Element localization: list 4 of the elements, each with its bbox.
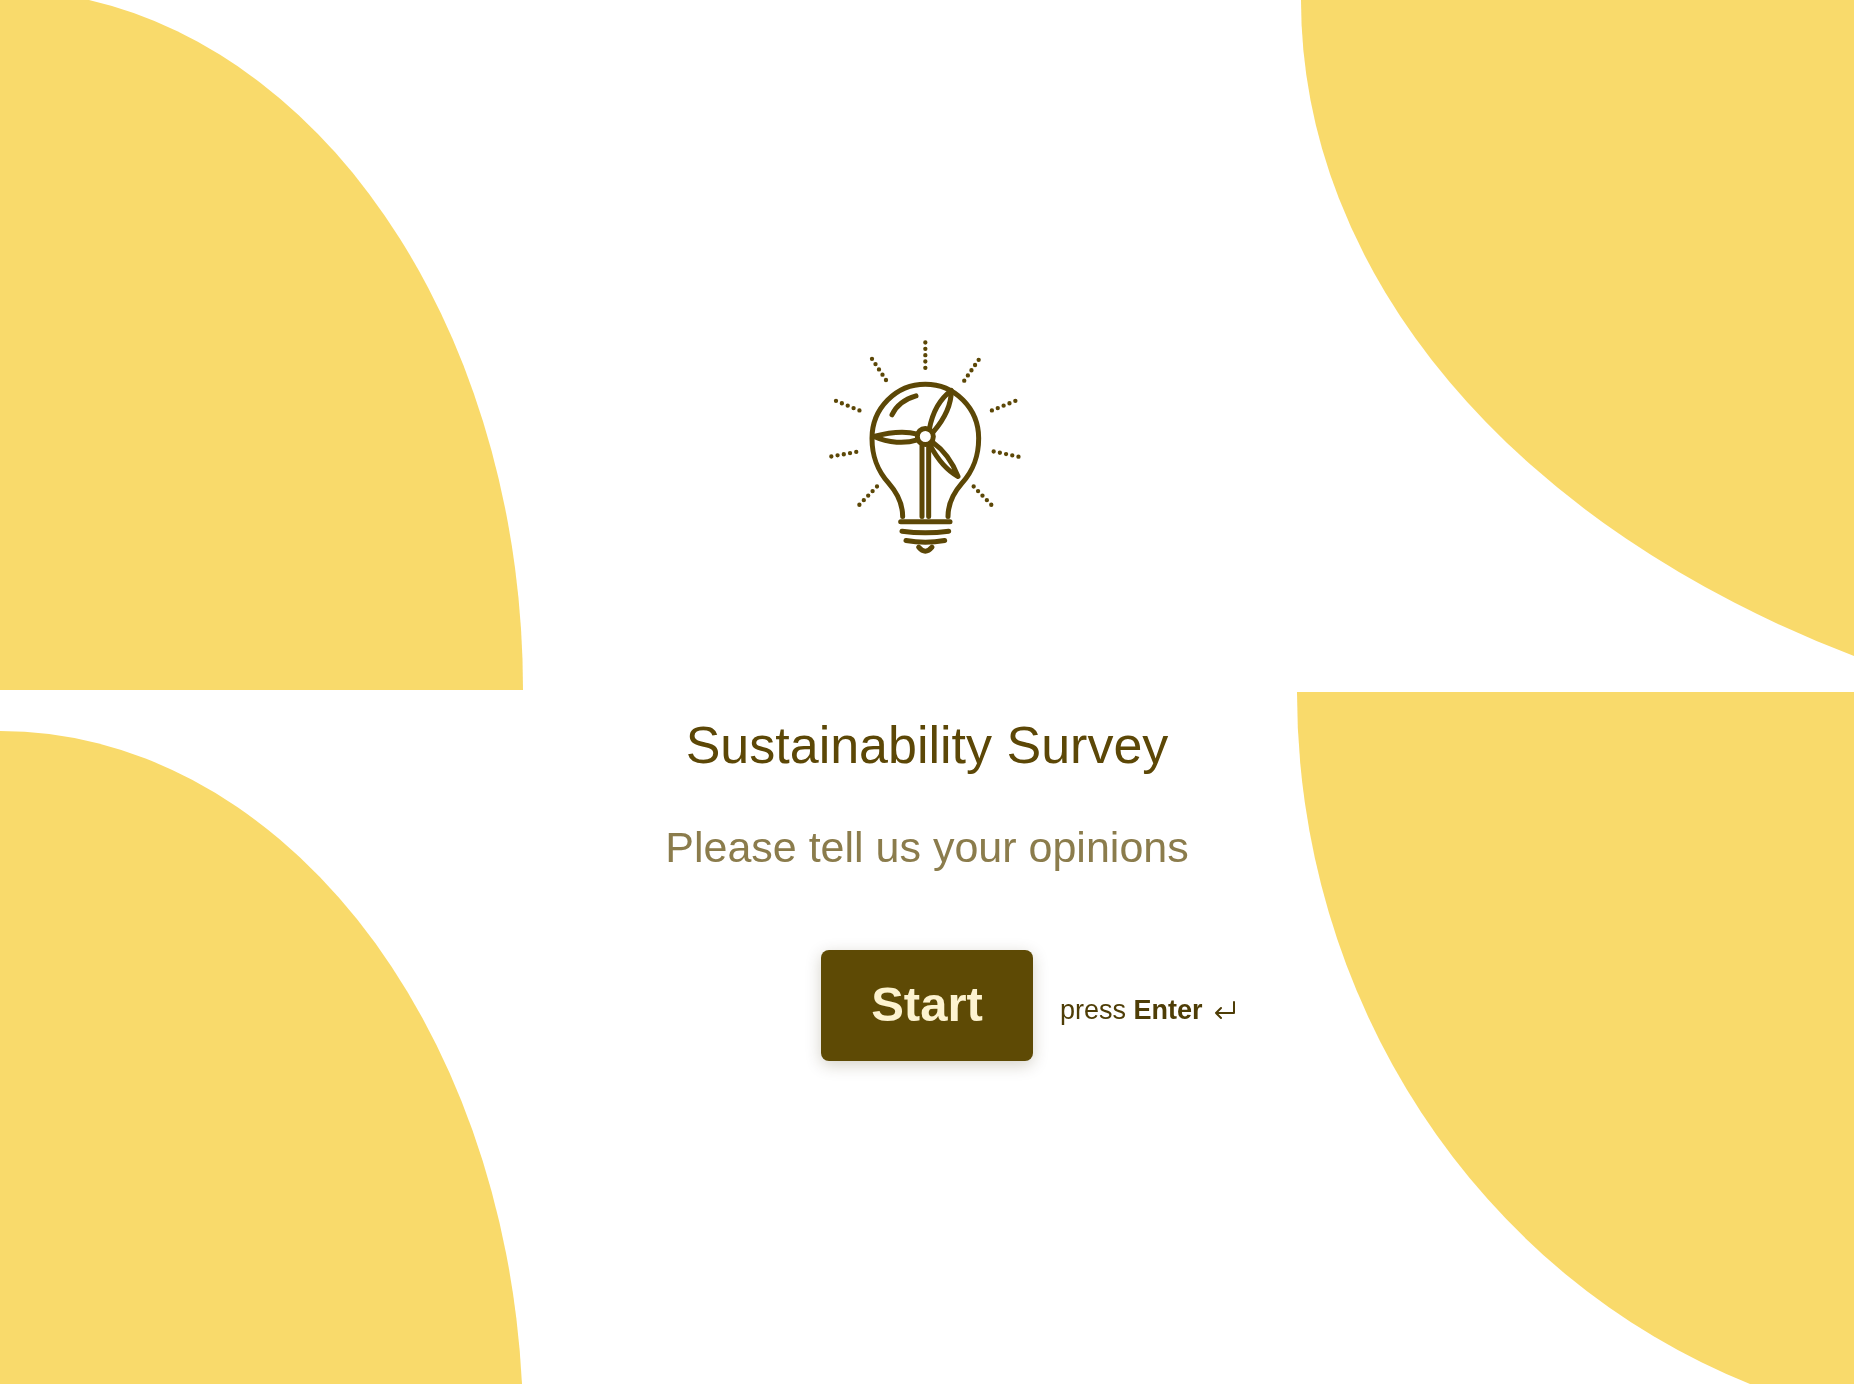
return-arrow-icon bbox=[1212, 1000, 1237, 1021]
keyboard-hint: press Enter bbox=[1060, 997, 1203, 1024]
survey-subtitle: Please tell us your opinions bbox=[665, 826, 1189, 869]
start-button[interactable]: Start bbox=[821, 950, 1033, 1061]
